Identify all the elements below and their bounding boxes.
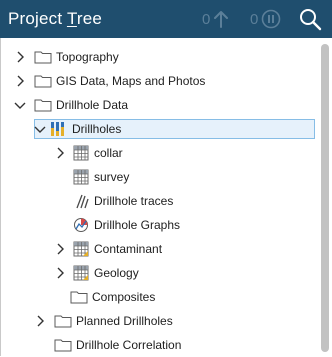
tree-item-drillhole-traces[interactable]: Drillhole traces [66, 189, 173, 213]
drillholes-icon [50, 121, 68, 137]
folder-icon [34, 49, 52, 65]
scrollbar-thumb[interactable] [321, 44, 329, 352]
folder-icon [34, 97, 52, 113]
table-icon [72, 265, 90, 281]
table-icon [72, 169, 90, 185]
tree-item-composites[interactable]: Composites [66, 285, 155, 309]
folder-icon [54, 337, 72, 353]
tree-item-collar[interactable]: collar [54, 141, 123, 165]
upload-count: 0 [202, 10, 211, 28]
traces-icon [72, 193, 90, 209]
upload-status[interactable]: 0 [202, 0, 229, 38]
folder-icon [54, 313, 72, 329]
pause-status[interactable]: 0 [250, 0, 281, 38]
chevron-right-icon[interactable] [54, 147, 66, 159]
chevron-right-icon[interactable] [14, 75, 26, 87]
tree-item-gis[interactable]: GIS Data, Maps and Photos [14, 69, 205, 93]
chevron-right-icon[interactable] [54, 267, 66, 279]
tree-item-drillholes[interactable]: Drillholes [34, 117, 121, 141]
tree-item-survey[interactable]: survey [66, 165, 129, 189]
panel-title: Project Tree [8, 9, 103, 28]
tree-item-drillhole-graphs[interactable]: Drillhole Graphs [66, 213, 180, 237]
pause-icon [261, 9, 281, 29]
chevron-right-icon[interactable] [34, 315, 46, 327]
tree-item-topography[interactable]: Topography [14, 45, 119, 69]
pause-count: 0 [250, 10, 259, 28]
search-icon [298, 7, 322, 31]
table-icon [72, 241, 90, 257]
arrow-up-icon [214, 10, 229, 28]
chevron-right-icon[interactable] [54, 243, 66, 255]
tree-item-contaminant[interactable]: Contaminant [54, 237, 162, 261]
chevron-down-icon[interactable] [34, 123, 46, 135]
graphs-icon [72, 217, 90, 233]
tree-item-drillhole-correlation[interactable]: Drillhole Correlation [46, 333, 181, 357]
chevron-down-icon[interactable] [14, 99, 26, 111]
tree-item-planned-drillholes[interactable]: Planned Drillholes [34, 309, 173, 333]
chevron-right-icon[interactable] [14, 51, 26, 63]
tree-item-geology[interactable]: Geology [54, 261, 139, 285]
folder-icon [70, 289, 88, 305]
search-button[interactable] [298, 0, 322, 38]
tree-item-drillhole-data[interactable]: Drillhole Data [14, 93, 128, 117]
folder-icon [34, 73, 52, 89]
table-icon [72, 145, 90, 161]
project-tree-header: Project Tree 0 0 [0, 0, 332, 38]
